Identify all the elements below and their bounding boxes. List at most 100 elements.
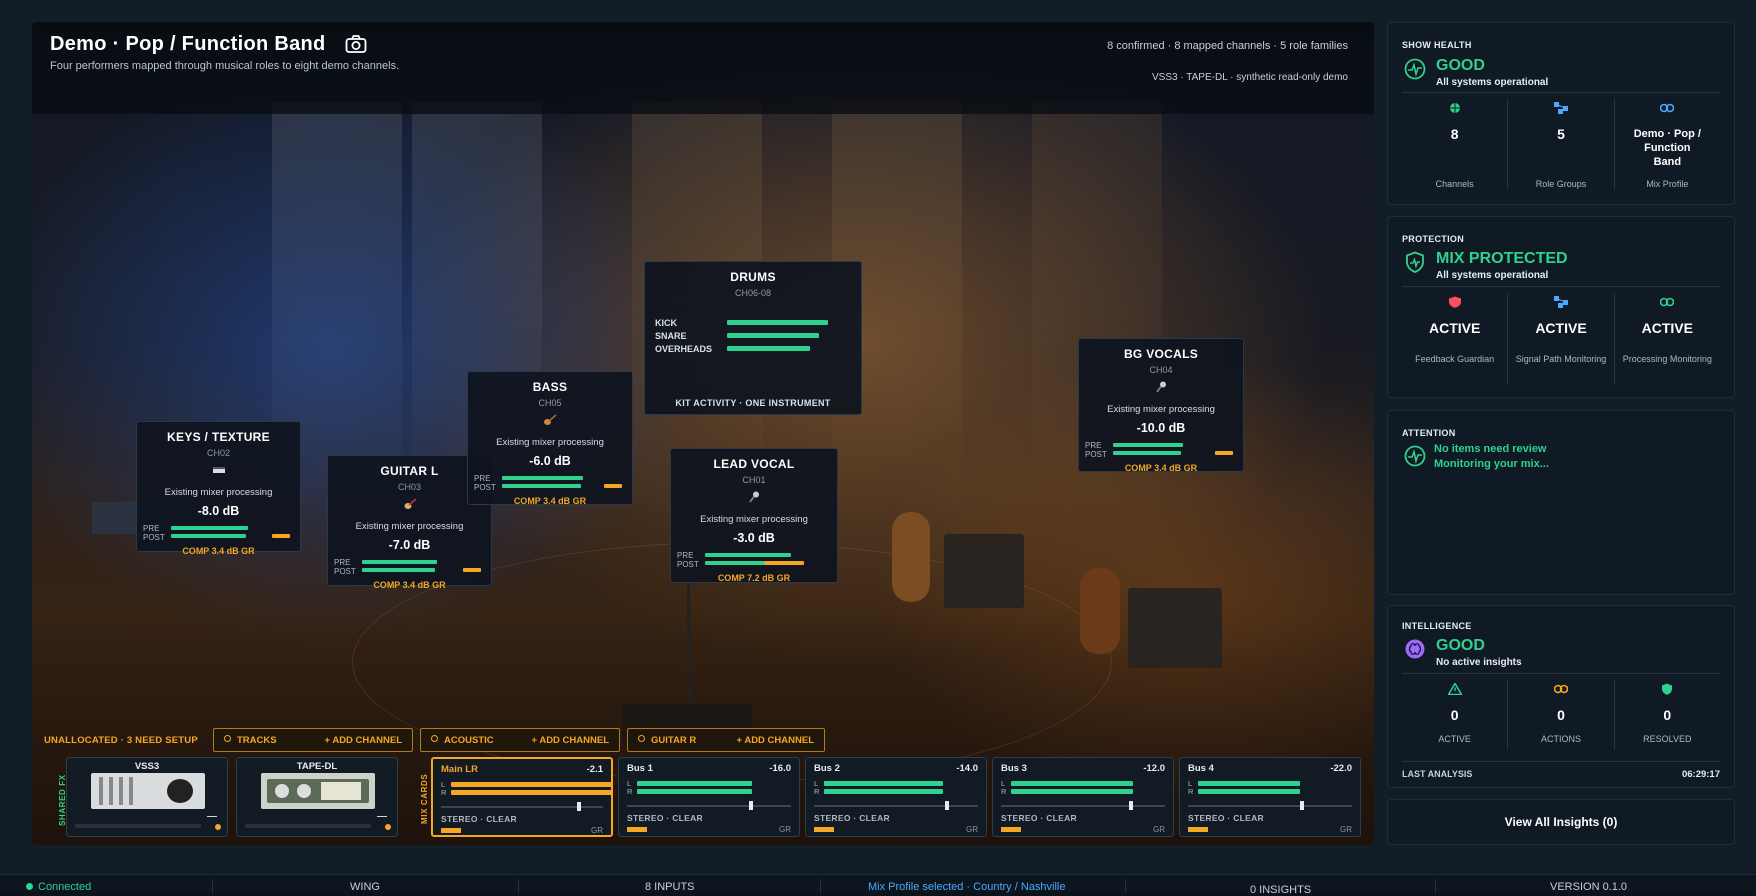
mix-card-bus-4[interactable]: Bus 4 -22.0 L R STEREO · CLEAR GR — [1179, 757, 1361, 837]
count-label: RESOLVED — [1643, 734, 1692, 744]
channel-card-lead-vocal[interactable]: LEAD VOCAL CH01 Existing mixer processin… — [670, 448, 838, 583]
slot-tracks[interactable]: TRACKS + ADD CHANNEL — [213, 728, 413, 752]
slot-acoustic[interactable]: ACOUSTIC + ADD CHANNEL — [420, 728, 620, 752]
fx-name: VSS3 — [134, 761, 160, 772]
card-channel: CH01 — [742, 475, 766, 485]
mix-card-main-lr[interactable]: Main LR -2.1 L R STEREO · CLEAR GR — [431, 757, 613, 837]
fader-track[interactable] — [1001, 805, 1165, 807]
panel-tag: ATTENTION — [1402, 428, 1456, 438]
right-channel-label: R — [814, 787, 820, 796]
protection-status: MIX PROTECTED — [1436, 250, 1568, 267]
pre-meter — [705, 553, 791, 557]
drum-meters: KICK SNARE OVERHEADS — [645, 316, 861, 355]
fader-handle[interactable] — [577, 802, 581, 811]
fader-track[interactable] — [814, 805, 978, 807]
pre-post-meters: PRE POST — [143, 524, 294, 542]
channel-card-bass[interactable]: BASS CH05 Existing mixer processing -6.0… — [467, 371, 633, 506]
divider — [518, 879, 519, 893]
fx-minimize-icon[interactable] — [377, 816, 387, 817]
fx-minimize-icon[interactable] — [207, 816, 217, 817]
divider — [1402, 673, 1720, 674]
bus-level: -22.0 — [1330, 763, 1352, 774]
channel-card-bg-vocals[interactable]: BG VOCALS CH04 Existing mixer processing… — [1078, 338, 1244, 473]
fx-card-tape-dl[interactable]: TAPE-DL — [236, 757, 398, 837]
slot-label: GUITAR R — [638, 735, 696, 746]
fader-handle[interactable] — [1300, 801, 1304, 810]
card-level: -7.0 dB — [388, 538, 431, 552]
microphone-icon — [749, 491, 759, 503]
post-label: POST — [334, 567, 356, 576]
panel-tag: INTELLIGENCE — [1402, 621, 1472, 631]
intelligence-desc: No active insights — [1436, 657, 1522, 668]
attention-line-2: Monitoring your mix... — [1434, 458, 1549, 470]
divider — [1402, 92, 1720, 93]
fader-handle[interactable] — [1129, 801, 1133, 810]
card-name: LEAD VOCAL — [713, 457, 795, 471]
page-subtitle: Four performers mapped through musical r… — [50, 60, 400, 72]
drum-label: SNARE — [655, 330, 687, 341]
add-channel-button[interactable]: + ADD CHANNEL — [737, 735, 815, 746]
mapping-stats: 8 confirmed · 8 mapped channels · 5 role… — [1107, 40, 1348, 52]
mix-card-bus-3[interactable]: Bus 3 -12.0 L R STEREO · CLEAR GR — [992, 757, 1174, 837]
card-processing: Existing mixer processing — [355, 521, 464, 532]
pre-post-meters: PRE POST — [677, 551, 831, 569]
last-analysis-label: LAST ANALYSIS — [1402, 769, 1473, 779]
card-comp: COMP 3.4 dB GR — [182, 546, 255, 556]
module-value: ACTIVE — [1641, 320, 1693, 336]
panel-tag: SHOW HEALTH — [1402, 40, 1472, 50]
fader-track[interactable] — [627, 805, 791, 807]
mix-profile-status[interactable]: Mix Profile selected · Country / Nashvil… — [868, 881, 1065, 893]
card-processing: Existing mixer processing — [496, 437, 604, 448]
camera-icon[interactable] — [345, 34, 367, 54]
fx-card-vss3[interactable]: VSS3 — [66, 757, 228, 837]
module-value: ACTIVE — [1428, 320, 1481, 336]
pre-meter — [362, 560, 437, 564]
channel-card-drums[interactable]: DRUMS CH06-08 KICK SNARE OVERHEADS KIT A… — [644, 261, 862, 415]
pre-meter — [1113, 443, 1183, 447]
gr-label: GR — [591, 826, 603, 835]
microphone-icon — [1156, 381, 1166, 393]
post-meter — [171, 534, 246, 538]
health-desc: All systems operational — [1436, 77, 1549, 88]
version-label: VERSION 0.1.0 — [1550, 881, 1628, 893]
left-meter — [1198, 781, 1300, 786]
card-processing: Existing mixer processing — [1107, 404, 1215, 415]
mix-cards-label: MIX CARDS — [420, 773, 429, 824]
drum-row-overheads: OVERHEADS — [655, 342, 861, 355]
card-level: -3.0 dB — [733, 531, 775, 545]
post-label: POST — [474, 483, 496, 492]
bus-level: -2.1 — [586, 764, 603, 775]
divider — [820, 879, 821, 893]
fader-handle[interactable] — [945, 801, 949, 810]
count-value: 0 — [1557, 707, 1565, 723]
fader-track[interactable] — [1188, 805, 1352, 807]
channel-card-keys[interactable]: KEYS / TEXTURE CH02 Existing mixer proce… — [136, 421, 301, 556]
card-channel: CH06-08 — [734, 288, 772, 298]
mix-card-bus-1[interactable]: Bus 1 -16.0 L R STEREO · CLEAR GR — [618, 757, 800, 837]
fader-handle[interactable] — [749, 801, 753, 810]
right-channel-label: R — [441, 788, 447, 797]
pre-meter — [502, 476, 583, 480]
right-meter — [451, 790, 612, 795]
slot-guitar-r[interactable]: GUITAR R + ADD CHANNEL — [627, 728, 825, 752]
drum-row-snare: SNARE — [655, 329, 861, 342]
right-channel-label: R — [1188, 787, 1194, 796]
card-channel: CH04 — [1149, 365, 1173, 375]
module-processing: ACTIVE Processing Monitoring — [1613, 293, 1720, 385]
add-channel-button[interactable]: + ADD CHANNEL — [325, 735, 403, 746]
divider — [1402, 761, 1720, 762]
add-channel-button[interactable]: + ADD CHANNEL — [532, 735, 610, 746]
stat-value: Demo · Pop / Function Band — [1633, 128, 1701, 168]
divider — [1125, 879, 1126, 893]
view-all-insights-button[interactable]: View All Insights (0) — [1387, 799, 1735, 845]
role-groups-icon — [1553, 102, 1568, 114]
count-value: 0 — [1663, 707, 1672, 723]
mix-card-bus-2[interactable]: Bus 2 -14.0 L R STEREO · CLEAR GR — [805, 757, 987, 837]
pre-meter — [171, 526, 248, 530]
gr-meter — [1001, 827, 1021, 832]
protection-modules: ACTIVE Feedback Guardian ACTIVE Signal P… — [1402, 293, 1720, 385]
app-window: Demo · Pop / Function Band Four performe… — [0, 0, 1756, 896]
left-meter — [451, 782, 612, 787]
amplifier-prop — [1128, 588, 1222, 668]
gr-meter — [814, 827, 834, 832]
